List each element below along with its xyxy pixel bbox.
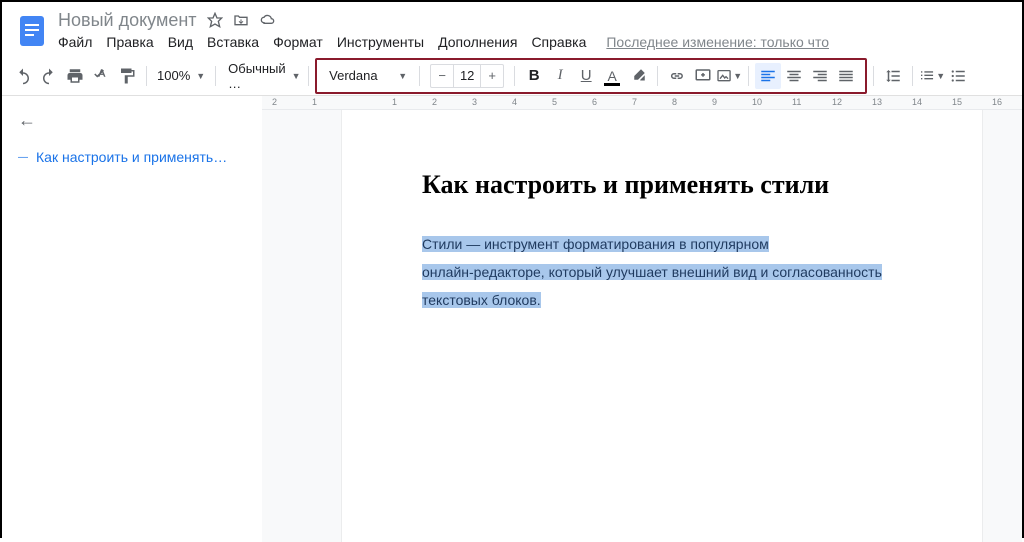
font-dropdown[interactable]: Verdana ▼ xyxy=(323,68,413,83)
separator xyxy=(308,66,309,86)
undo-button[interactable] xyxy=(10,63,36,89)
text-color-button[interactable]: A xyxy=(599,63,625,89)
document-canvas[interactable]: 2 1 1 2 3 4 5 6 7 8 9 10 11 12 13 14 15 … xyxy=(262,96,1022,542)
header: Новый документ Файл Правка Вид Вставка Ф… xyxy=(2,2,1022,50)
menu-edit[interactable]: Правка xyxy=(106,34,153,50)
ruler-tick: 7 xyxy=(632,97,637,107)
decrease-font-button[interactable]: − xyxy=(431,65,453,87)
menu-tools[interactable]: Инструменты xyxy=(337,34,424,50)
cloud-status-icon[interactable] xyxy=(259,12,277,28)
italic-button[interactable]: I xyxy=(547,63,573,89)
selected-text: Стили — инструмент форматирования в попу… xyxy=(422,236,769,252)
ruler-tick: 2 xyxy=(432,97,437,107)
insert-comment-button[interactable] xyxy=(690,63,716,89)
paint-format-button[interactable] xyxy=(114,63,140,89)
font-value: Verdana xyxy=(329,68,377,83)
chevron-down-icon: ▼ xyxy=(733,71,742,81)
ruler-tick: 14 xyxy=(912,97,922,107)
toolbar: 100% ▼ Обычный … ▼ Verdana ▼ − 12 + B I … xyxy=(2,56,1022,96)
menu-insert[interactable]: Вставка xyxy=(207,34,259,50)
selected-text: онлайн-редакторе, который улучшает внешн… xyxy=(422,264,882,280)
ruler-tick: 15 xyxy=(952,97,962,107)
last-edit-link[interactable]: Последнее изменение: только что xyxy=(606,34,829,50)
document-title[interactable]: Новый документ xyxy=(58,10,197,31)
docs-logo[interactable] xyxy=(14,12,50,48)
chevron-down-icon: ▼ xyxy=(936,71,945,81)
separator xyxy=(514,66,515,86)
ruler-tick: 9 xyxy=(712,97,717,107)
outline-back-button[interactable]: ← xyxy=(18,110,246,131)
zoom-dropdown[interactable]: 100% ▼ xyxy=(153,68,209,83)
bold-button[interactable]: B xyxy=(521,63,547,89)
menu-file[interactable]: Файл xyxy=(58,34,92,50)
title-area: Новый документ Файл Правка Вид Вставка Ф… xyxy=(58,8,1014,50)
document-heading[interactable]: Как настроить и применять стили xyxy=(422,170,932,200)
align-right-button[interactable] xyxy=(807,63,833,89)
ruler-tick: 11 xyxy=(792,97,801,107)
chevron-down-icon: ▼ xyxy=(398,71,407,81)
menu-format[interactable]: Формат xyxy=(273,34,323,50)
title-row: Новый документ xyxy=(58,8,1014,32)
align-justify-button[interactable] xyxy=(833,63,859,89)
ruler-tick: 4 xyxy=(512,97,517,107)
separator xyxy=(215,66,216,86)
selected-text: текстовых блоков. xyxy=(422,292,541,308)
insert-link-button[interactable] xyxy=(664,63,690,89)
underline-button[interactable]: U xyxy=(573,63,599,89)
insert-image-button[interactable]: ▼ xyxy=(716,63,742,89)
ruler-tick: 1 xyxy=(312,97,317,107)
spellcheck-button[interactable] xyxy=(88,63,114,89)
ruler-tick: 13 xyxy=(872,97,882,107)
font-size-value[interactable]: 12 xyxy=(453,65,481,87)
align-left-button[interactable] xyxy=(755,63,781,89)
ruler-tick: 6 xyxy=(592,97,597,107)
horizontal-ruler[interactable]: 2 1 1 2 3 4 5 6 7 8 9 10 11 12 13 14 15 … xyxy=(262,96,1022,110)
menu-bar: Файл Правка Вид Вставка Формат Инструмен… xyxy=(58,34,1014,50)
redo-button[interactable] xyxy=(36,63,62,89)
highlight-color-button[interactable] xyxy=(625,63,651,89)
paragraph-style-dropdown[interactable]: Обычный … ▼ xyxy=(222,61,302,91)
highlighted-toolbar-section: Verdana ▼ − 12 + B I U A ▼ xyxy=(315,58,867,94)
chevron-down-icon: ▼ xyxy=(196,71,205,81)
increase-font-button[interactable]: + xyxy=(481,65,503,87)
menu-help[interactable]: Справка xyxy=(531,34,586,50)
outline-heading-item[interactable]: Как настроить и применять… xyxy=(18,149,246,165)
ruler-tick: 5 xyxy=(552,97,557,107)
document-paragraph[interactable]: Стили — инструмент форматирования в попу… xyxy=(422,230,932,314)
outline-item-label: Как настроить и применять… xyxy=(36,149,227,165)
line-spacing-button[interactable] xyxy=(880,63,906,89)
ruler-tick: 10 xyxy=(752,97,762,107)
move-icon[interactable] xyxy=(233,12,249,28)
separator xyxy=(873,66,874,86)
numbered-list-button[interactable]: ▼ xyxy=(919,63,945,89)
align-center-button[interactable] xyxy=(781,63,807,89)
workspace: ← Как настроить и применять… 2 1 1 2 3 4… xyxy=(2,96,1022,542)
separator xyxy=(419,66,420,86)
ruler-tick: 12 xyxy=(832,97,842,107)
ruler-tick: 16 xyxy=(992,97,1002,107)
menu-view[interactable]: Вид xyxy=(168,34,193,50)
ruler-tick: 3 xyxy=(472,97,477,107)
style-value: Обычный … xyxy=(228,61,285,91)
separator xyxy=(146,66,147,86)
document-page[interactable]: Как настроить и применять стили Стили — … xyxy=(342,110,982,542)
bulleted-list-button[interactable] xyxy=(945,63,971,89)
ruler-tick: 1 xyxy=(392,97,397,107)
menu-addons[interactable]: Дополнения xyxy=(438,34,517,50)
ruler-tick: 2 xyxy=(272,97,277,107)
star-icon[interactable] xyxy=(207,12,223,28)
chevron-down-icon: ▼ xyxy=(292,71,301,81)
zoom-value: 100% xyxy=(157,68,190,83)
ruler-tick: 8 xyxy=(672,97,677,107)
print-button[interactable] xyxy=(62,63,88,89)
separator xyxy=(657,66,658,86)
separator xyxy=(748,66,749,86)
document-outline: ← Как настроить и применять… xyxy=(2,96,262,542)
separator xyxy=(912,66,913,86)
font-size-group: − 12 + xyxy=(430,64,504,88)
